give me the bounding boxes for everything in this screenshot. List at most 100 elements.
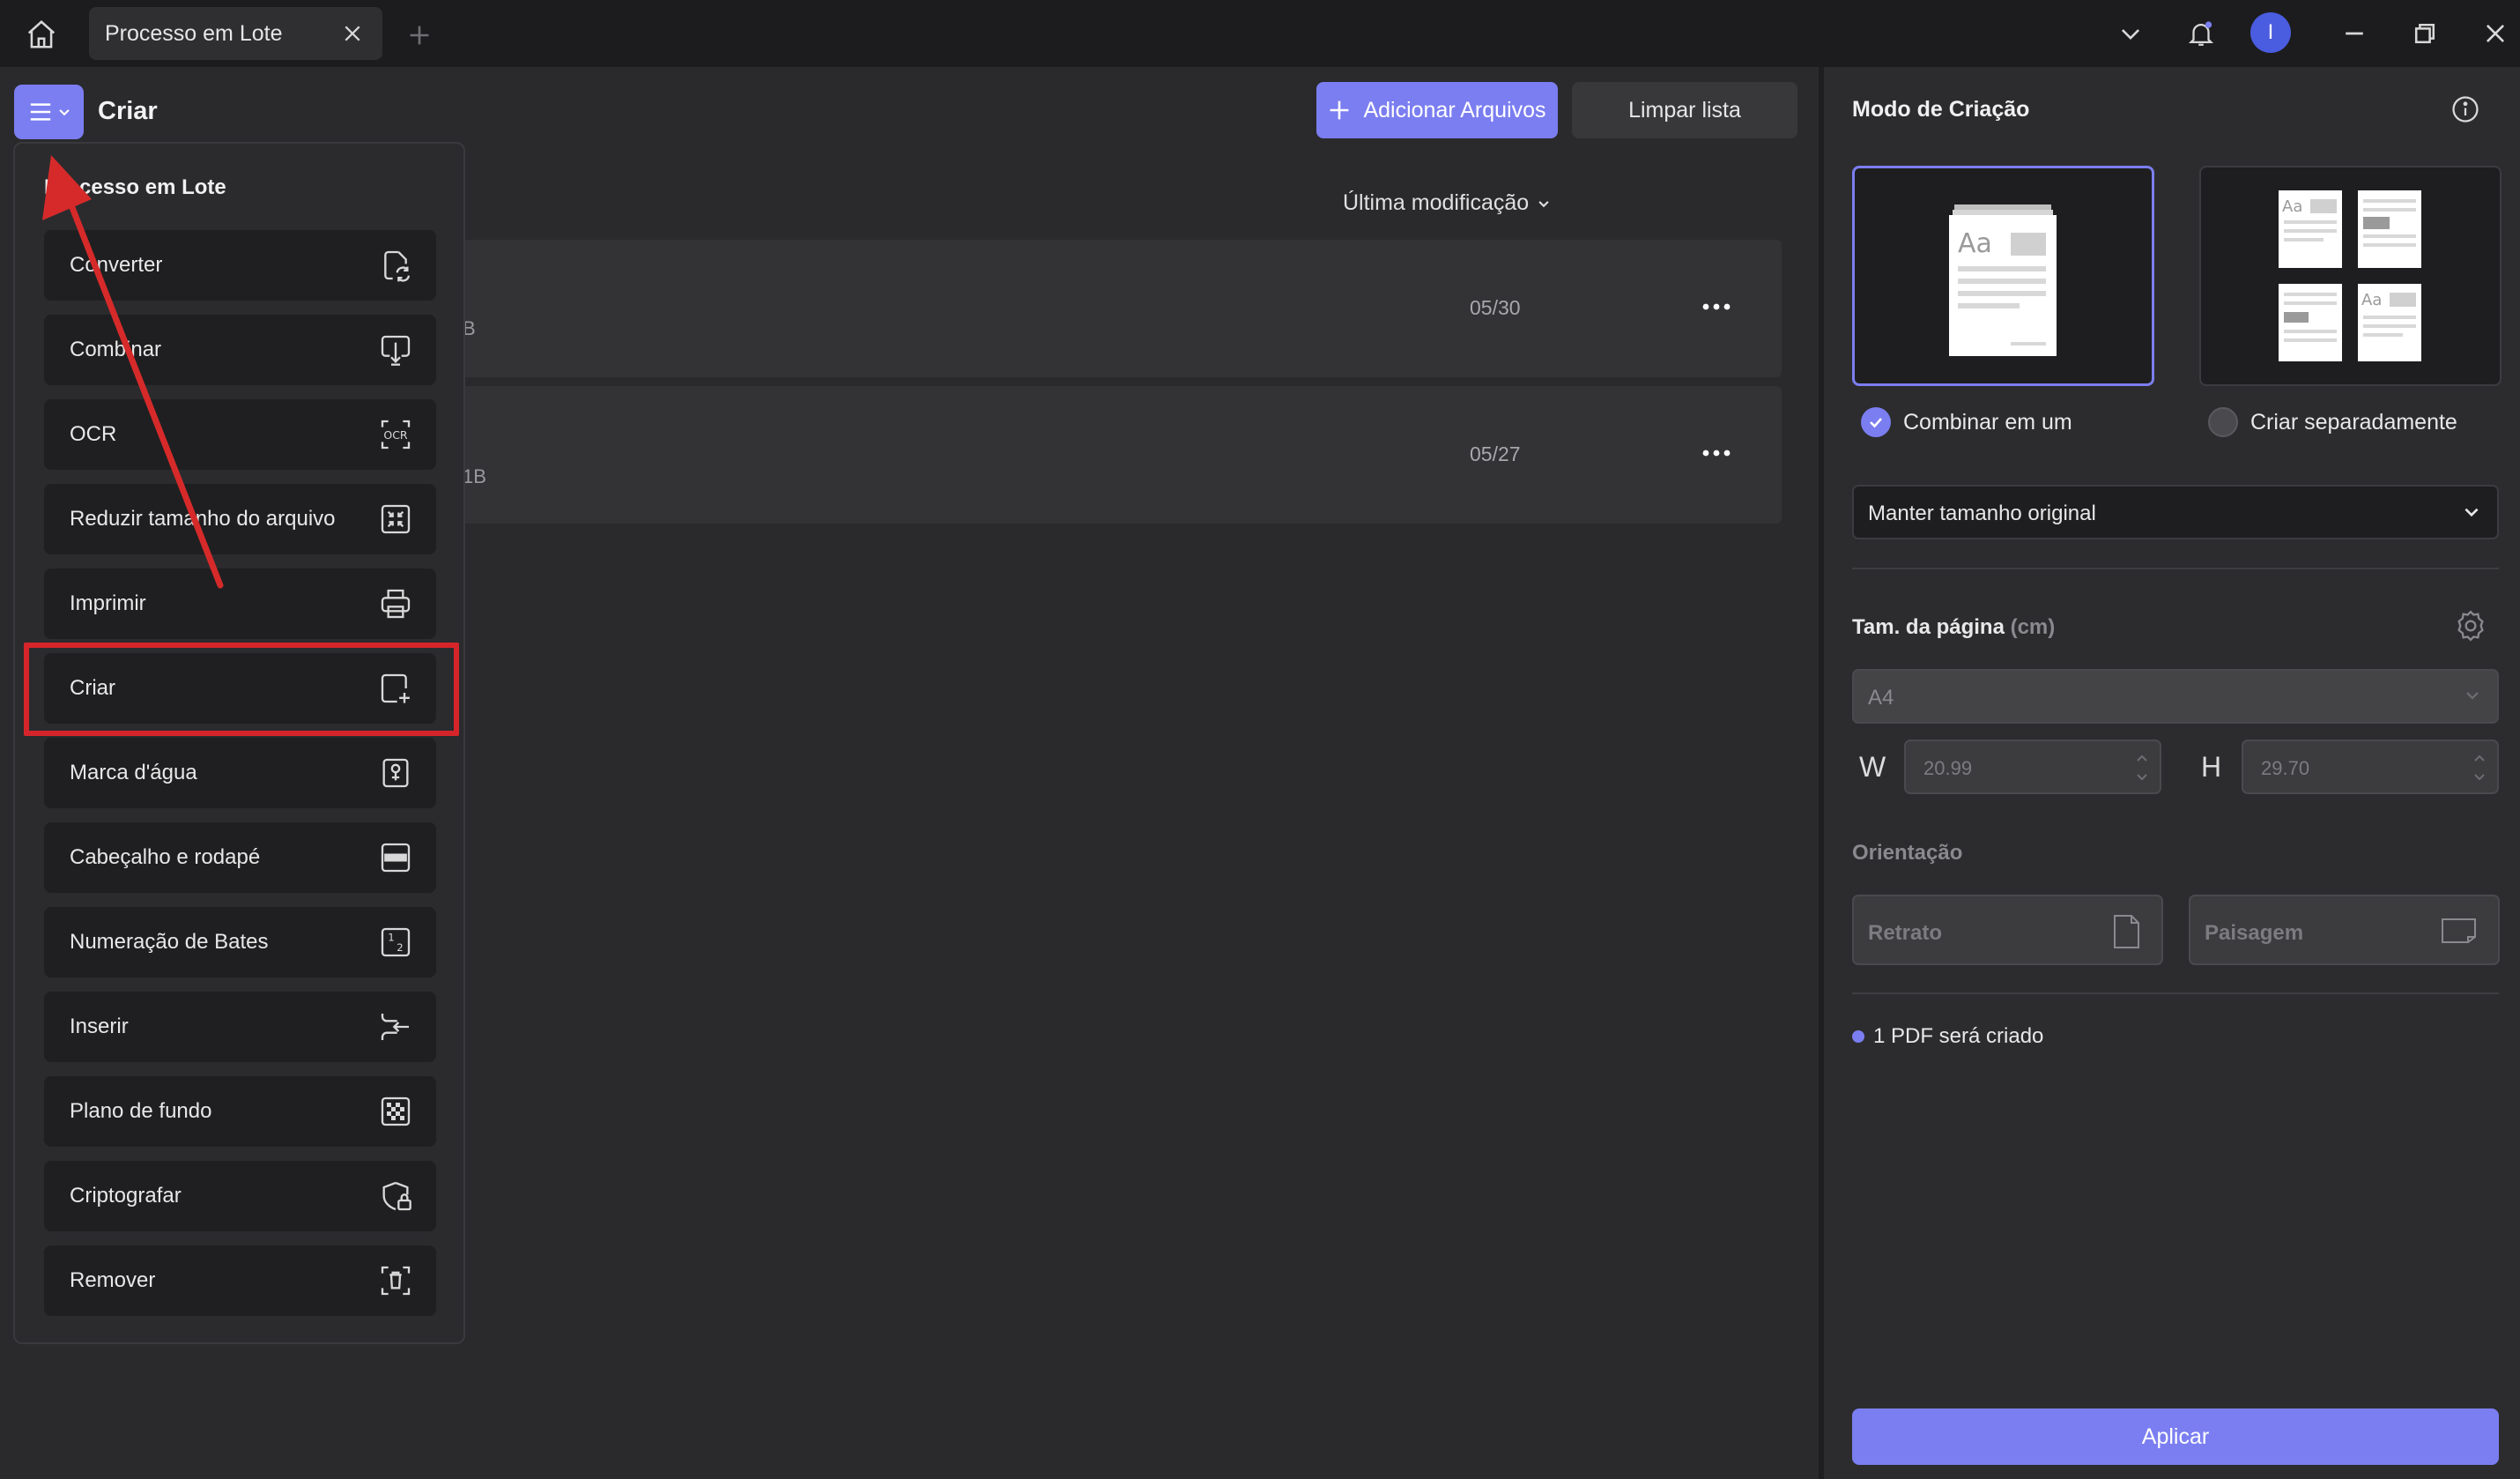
menu-item-criar[interactable]: Criar bbox=[44, 653, 436, 724]
sort-label: Última modificação bbox=[1343, 190, 1530, 215]
close-tab-icon[interactable] bbox=[338, 19, 367, 48]
status-message: 1 PDF será criado bbox=[1852, 1024, 2043, 1049]
menu-item-combinar[interactable]: Combinar bbox=[44, 315, 436, 385]
bates-numbering-icon: 12 bbox=[376, 923, 415, 962]
status-dot-icon bbox=[1852, 1030, 1864, 1043]
encrypt-icon bbox=[376, 1177, 415, 1215]
width-label: W bbox=[1859, 751, 1886, 783]
menu-item-converter[interactable]: Converter bbox=[44, 230, 436, 301]
page-title: Criar bbox=[98, 97, 158, 125]
more-options-icon[interactable] bbox=[1690, 289, 1743, 324]
document-tab[interactable]: Processo em Lote bbox=[89, 7, 382, 60]
menu-item-reduzir-tamanho[interactable]: Reduzir tamanho do arquivo bbox=[44, 484, 436, 554]
chevron-down-icon bbox=[2464, 508, 2479, 517]
menu-item-label: Inserir bbox=[70, 1014, 129, 1038]
more-options-icon[interactable] bbox=[1690, 435, 1743, 471]
separate-radio-label: Criar separadamente bbox=[2250, 409, 2457, 435]
menu-toggle-button[interactable] bbox=[14, 85, 84, 139]
creation-settings-panel: Modo de Criação Aa Aa Aa Combinar em um … bbox=[1819, 67, 2520, 1479]
notification-bell-icon[interactable] bbox=[2180, 12, 2222, 55]
header-footer-icon bbox=[376, 838, 415, 877]
landscape-button[interactable]: Paisagem bbox=[2189, 895, 2500, 965]
combine-radio-label: Combinar em um bbox=[1903, 409, 2072, 435]
close-window-icon[interactable] bbox=[2474, 12, 2516, 55]
create-icon bbox=[376, 669, 415, 708]
stepper-icon bbox=[2474, 754, 2485, 781]
menu-item-label: OCR bbox=[70, 422, 117, 446]
portrait-button[interactable]: Retrato bbox=[1852, 895, 2163, 965]
file-row[interactable]: B 05/30 bbox=[370, 240, 1782, 377]
file-date: 05/30 bbox=[1470, 296, 1521, 319]
ocr-icon: OCR bbox=[376, 415, 415, 454]
convert-icon bbox=[376, 246, 415, 285]
menu-item-label: Remover bbox=[70, 1268, 156, 1292]
chevron-down-icon bbox=[1538, 200, 1549, 207]
menu-item-plano-de-fundo[interactable]: Plano de fundo bbox=[44, 1076, 436, 1147]
insert-icon bbox=[376, 1007, 415, 1046]
file-size: 1B bbox=[463, 465, 486, 487]
compress-icon bbox=[376, 500, 415, 539]
file-date: 05/27 bbox=[1470, 442, 1521, 465]
background-icon bbox=[376, 1092, 415, 1131]
menu-item-remover[interactable]: Remover bbox=[44, 1245, 436, 1316]
svg-text:2: 2 bbox=[397, 941, 403, 954]
menu-item-criptografar[interactable]: Criptografar bbox=[44, 1161, 436, 1231]
printer-icon bbox=[376, 584, 415, 623]
sort-dropdown[interactable]: Última modificação bbox=[1343, 190, 1550, 216]
add-files-label: Adicionar Arquivos bbox=[1363, 97, 1546, 123]
tab-title: Processo em Lote bbox=[105, 21, 283, 46]
minimize-icon[interactable] bbox=[2333, 12, 2375, 55]
menu-item-marca-dagua[interactable]: Marca d'água bbox=[44, 738, 436, 808]
menu-item-label: Combinar bbox=[70, 338, 162, 361]
file-row[interactable]: 1B 05/27 bbox=[370, 386, 1782, 524]
info-icon[interactable] bbox=[2448, 92, 2483, 127]
svg-text:Aa: Aa bbox=[1958, 228, 1992, 259]
menu-item-label: Reduzir tamanho do arquivo bbox=[70, 507, 336, 531]
radio-unchecked-icon bbox=[2208, 407, 2238, 437]
stepper-icon bbox=[2137, 754, 2147, 781]
home-icon[interactable] bbox=[19, 12, 63, 56]
multiple-documents-icon: Aa Aa bbox=[2279, 190, 2421, 361]
width-input[interactable]: 20.99 bbox=[1904, 740, 2161, 794]
add-files-button[interactable]: Adicionar Arquivos bbox=[1316, 82, 1558, 138]
check-icon bbox=[1861, 407, 1891, 437]
height-value: 29.70 bbox=[2261, 757, 2310, 779]
menu-item-imprimir[interactable]: Imprimir bbox=[44, 569, 436, 639]
combine-mode-card[interactable]: Aa bbox=[1852, 166, 2154, 386]
panel-title: Modo de Criação bbox=[1852, 97, 2030, 122]
plus-icon bbox=[1330, 100, 1349, 120]
page-size-label: Tam. da página (cm) bbox=[1852, 615, 2056, 639]
menu-title: Processo em Lote bbox=[44, 175, 226, 199]
remove-icon bbox=[376, 1261, 415, 1300]
gear-icon[interactable] bbox=[2453, 608, 2488, 643]
height-input[interactable]: 29.70 bbox=[2242, 740, 2499, 794]
menu-item-label: Criptografar bbox=[70, 1184, 182, 1208]
svg-text:1: 1 bbox=[388, 931, 394, 943]
menu-item-numeracao-bates[interactable]: Numeração de Bates 12 bbox=[44, 907, 436, 977]
menu-item-inserir[interactable]: Inserir bbox=[44, 992, 436, 1062]
paper-size-value: A4 bbox=[1868, 686, 1894, 710]
chevron-down-icon[interactable] bbox=[2109, 12, 2152, 55]
height-label: H bbox=[2201, 751, 2222, 783]
hamburger-icon bbox=[30, 103, 50, 121]
separate-radio[interactable]: Criar separadamente bbox=[2208, 407, 2457, 437]
size-mode-select[interactable]: Manter tamanho original bbox=[1852, 485, 2499, 539]
clear-list-button[interactable]: Limpar lista bbox=[1572, 82, 1797, 138]
new-tab-icon[interactable] bbox=[402, 18, 437, 53]
menu-item-ocr[interactable]: OCR OCR bbox=[44, 399, 436, 470]
divider bbox=[1852, 992, 2499, 994]
title-bar: Processo em Lote I bbox=[0, 0, 2520, 67]
svg-text:Aa: Aa bbox=[2282, 197, 2302, 216]
paper-size-select[interactable]: A4 bbox=[1852, 669, 2499, 724]
combine-radio[interactable]: Combinar em um bbox=[1861, 407, 2072, 437]
apply-button[interactable]: Aplicar bbox=[1852, 1408, 2499, 1465]
status-text: 1 PDF será criado bbox=[1873, 1024, 2044, 1048]
menu-item-cabecalho-rodape[interactable]: Cabeçalho e rodapé bbox=[44, 822, 436, 893]
restore-icon[interactable] bbox=[2404, 12, 2446, 55]
avatar[interactable]: I bbox=[2250, 12, 2291, 53]
menu-item-label: Plano de fundo bbox=[70, 1099, 212, 1123]
single-document-icon: Aa bbox=[1949, 204, 2057, 356]
svg-text:OCR: OCR bbox=[383, 428, 408, 442]
portrait-page-icon bbox=[2114, 915, 2139, 948]
separate-mode-card[interactable]: Aa Aa bbox=[2199, 166, 2501, 386]
